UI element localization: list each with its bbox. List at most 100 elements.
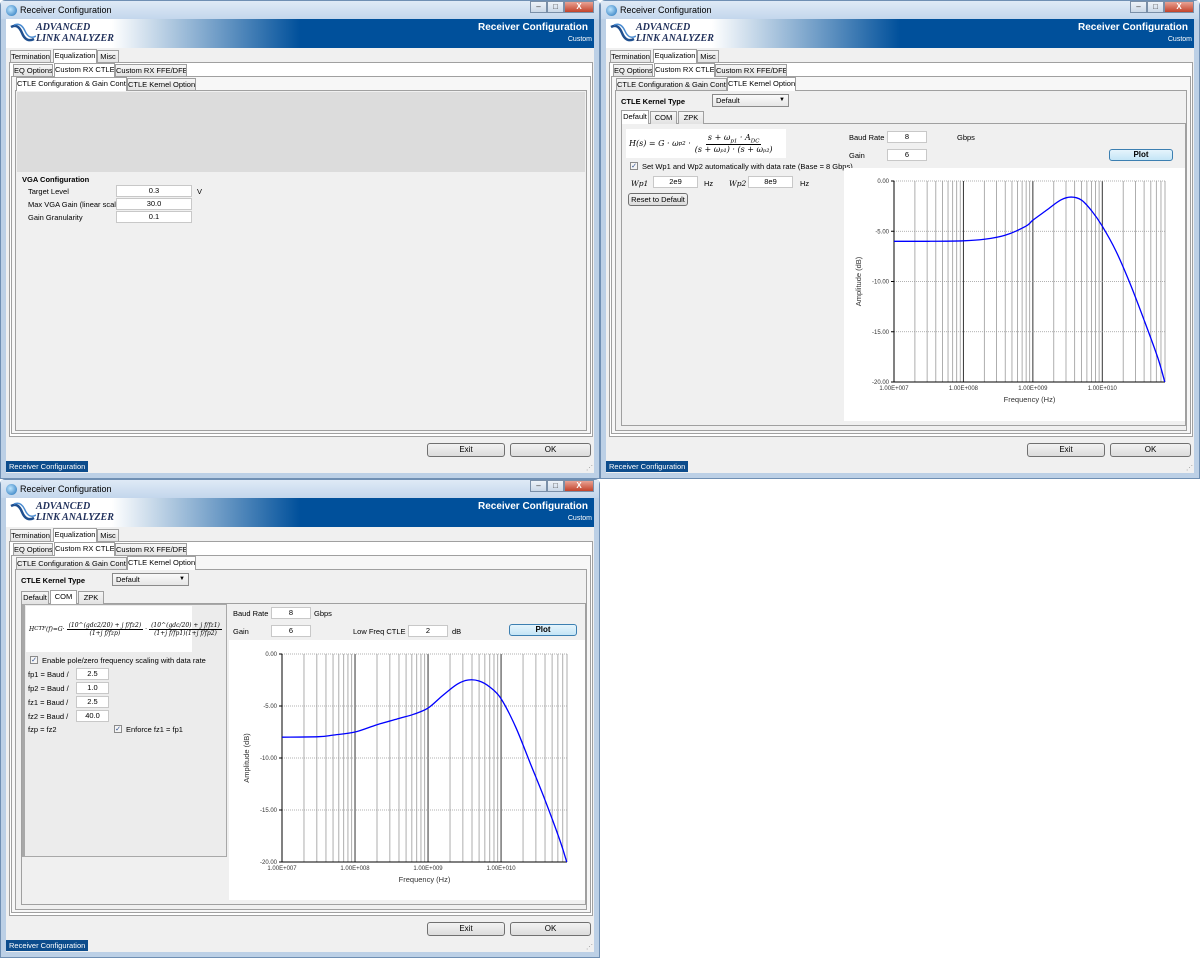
formula-num: s + ω xyxy=(707,132,731,142)
enforce-checkbox[interactable]: ✓ xyxy=(114,725,122,733)
banner-subtitle: Custom xyxy=(567,515,592,522)
target-level-input[interactable]: 0.3 xyxy=(116,185,192,197)
minimize-button[interactable]: – xyxy=(1130,1,1147,13)
y-tick-label: -15.00 xyxy=(872,330,890,336)
tab-custom-rx-ctle[interactable]: Custom RX CTLE xyxy=(54,542,115,556)
fp2-input[interactable]: 1.0 xyxy=(76,682,109,694)
status-label: Receiver Configuration xyxy=(6,461,89,472)
fp1-label: fp1 = Baud / xyxy=(28,670,69,679)
scaling-label: Enable pole/zero frequency scaling with … xyxy=(42,656,206,665)
fp2-label: fp2 = Baud / xyxy=(28,684,69,693)
logo-line2: LINK ANALYZER xyxy=(36,33,114,44)
kernel-type-select[interactable]: Default ▼ xyxy=(112,573,189,586)
close-button[interactable]: X xyxy=(564,1,594,13)
formula-lhs-tail: (f)=G· xyxy=(45,625,65,633)
y-tick-label: -15.00 xyxy=(260,808,278,814)
exit-button[interactable]: Exit xyxy=(1027,443,1105,457)
reset-default-button[interactable]: Reset to Default xyxy=(628,193,688,206)
logo-line2: LINK ANALYZER xyxy=(36,512,114,523)
frac1-num: (10^(gdc2/20) + j f/fz2) xyxy=(66,621,144,630)
plot-button[interactable]: Plot xyxy=(1109,149,1173,161)
tab-equalization[interactable]: Equalization xyxy=(53,528,97,542)
gain-granularity-input[interactable]: 0.1 xyxy=(116,211,192,223)
kernel-type-select[interactable]: Default ▼ xyxy=(712,94,789,107)
fp1-input[interactable]: 2.5 xyxy=(76,668,109,680)
exit-button[interactable]: Exit xyxy=(427,922,505,936)
banner-title: Receiver Configuration xyxy=(477,501,588,512)
minimize-button[interactable]: – xyxy=(530,1,547,13)
fz2-input[interactable]: 40.0 xyxy=(76,710,109,722)
ok-button[interactable]: OK xyxy=(1110,443,1191,457)
banner-subtitle: Custom xyxy=(567,36,592,43)
title-bar[interactable]: Receiver Configuration – □ X xyxy=(601,1,1199,19)
window-title: Receiver Configuration xyxy=(20,5,112,15)
scaling-checkbox[interactable]: ✓ xyxy=(30,656,38,664)
window-title: Receiver Configuration xyxy=(20,484,112,494)
close-button[interactable]: X xyxy=(1164,1,1194,13)
logo-waves-icon xyxy=(10,502,36,521)
resize-grip-icon[interactable]: ⋰ xyxy=(586,943,593,951)
minimize-button[interactable]: – xyxy=(530,480,547,492)
maximize-button[interactable]: □ xyxy=(547,1,564,13)
ok-button[interactable]: OK xyxy=(510,922,591,936)
tab-equalization[interactable]: Equalization xyxy=(53,49,97,63)
logo-line1: ADVANCED xyxy=(36,501,91,512)
close-button[interactable]: X xyxy=(564,480,594,492)
formula-num-sub2: DC xyxy=(750,138,760,145)
tab-custom-rx-ctle[interactable]: Custom RX CTLE xyxy=(54,63,115,77)
chevron-down-icon: ▼ xyxy=(179,576,185,582)
logo-line2: LINK ANALYZER xyxy=(636,33,714,44)
tab-kernel-default[interactable]: Default xyxy=(21,591,49,604)
tab-custom-rx-ctle[interactable]: Custom RX CTLE xyxy=(654,63,715,77)
plot-button[interactable]: Plot xyxy=(509,624,577,636)
baud-rate-unit: Gbps xyxy=(314,609,332,618)
tab-kernel-zpk[interactable]: ZPK xyxy=(78,591,104,604)
formula-num-tail: · A xyxy=(737,132,751,142)
logo-waves-icon xyxy=(610,23,636,42)
auto-wp-checkbox[interactable]: ✓ xyxy=(630,162,638,170)
x-tick-label: 1.00E+010 xyxy=(486,866,516,872)
tab-ctle-kernel-options[interactable]: CTLE Kernel Options xyxy=(727,77,796,91)
max-vga-gain-input[interactable]: 30.0 xyxy=(116,198,192,210)
tab-kernel-default[interactable]: Default xyxy=(621,110,649,124)
tab-kernel-zpk[interactable]: ZPK xyxy=(678,111,704,124)
resize-grip-icon[interactable]: ⋰ xyxy=(586,464,593,472)
target-level-unit: V xyxy=(197,187,203,196)
baud-rate-input[interactable]: 8 xyxy=(271,607,311,619)
wp1-unit: Hz xyxy=(704,179,714,188)
title-bar[interactable]: Receiver Configuration – □ X xyxy=(1,480,599,498)
gain-input[interactable]: 6 xyxy=(271,625,311,637)
x-tick-label: 1.00E+007 xyxy=(267,866,297,872)
tab-equalization[interactable]: Equalization xyxy=(653,49,697,63)
baud-rate-input[interactable]: 8 xyxy=(887,131,927,143)
gain-input[interactable]: 6 xyxy=(887,149,927,161)
fz1-label: fz1 = Baud / xyxy=(28,698,69,707)
kernel-type-label: CTLE Kernel Type xyxy=(621,97,686,106)
target-level-label: Target Level xyxy=(28,187,69,196)
tab-ctle-kernel-options[interactable]: CTLE Kernel Options xyxy=(127,556,196,570)
title-bar[interactable]: Receiver Configuration – □ X xyxy=(1,1,599,19)
low-freq-ctle-input[interactable]: 2 xyxy=(408,625,448,637)
tab-kernel-com[interactable]: COM xyxy=(650,111,677,124)
wp2-input[interactable]: 8e9 xyxy=(748,176,793,188)
maximize-button[interactable]: □ xyxy=(1147,1,1164,13)
tab-ctle-config-gain[interactable]: CTLE Configuration & Gain Control xyxy=(16,77,127,91)
banner-title: Receiver Configuration xyxy=(1077,22,1188,33)
frac2-den: (1+j f/fp1)(1+j f/fp2) xyxy=(154,629,217,637)
gain-granularity-label: Gain Granularity xyxy=(28,213,83,222)
resize-grip-icon[interactable]: ⋰ xyxy=(1186,464,1193,472)
maximize-button[interactable]: □ xyxy=(547,480,564,492)
fz1-input[interactable]: 2.5 xyxy=(76,696,109,708)
gain-label: Gain xyxy=(849,151,865,160)
wp2-unit: Hz xyxy=(800,179,810,188)
banner-title: Receiver Configuration xyxy=(477,22,588,33)
com-transfer-function: H CTF (f)=G· (10^(gdc2/20) + j f/fz2) (1+j … xyxy=(26,606,222,652)
gain-label: Gain xyxy=(233,627,249,636)
wp1-input[interactable]: 2e9 xyxy=(653,176,698,188)
tab-kernel-com[interactable]: COM xyxy=(50,590,77,604)
fz2-label: fz2 = Baud / xyxy=(28,712,69,721)
ok-button[interactable]: OK xyxy=(510,443,591,457)
receiver-config-window-com-kernel: Receiver Configuration – □ X ADVANCED LI… xyxy=(0,479,600,958)
formula-lhs-sub: CTF xyxy=(34,626,46,632)
exit-button[interactable]: Exit xyxy=(427,443,505,457)
